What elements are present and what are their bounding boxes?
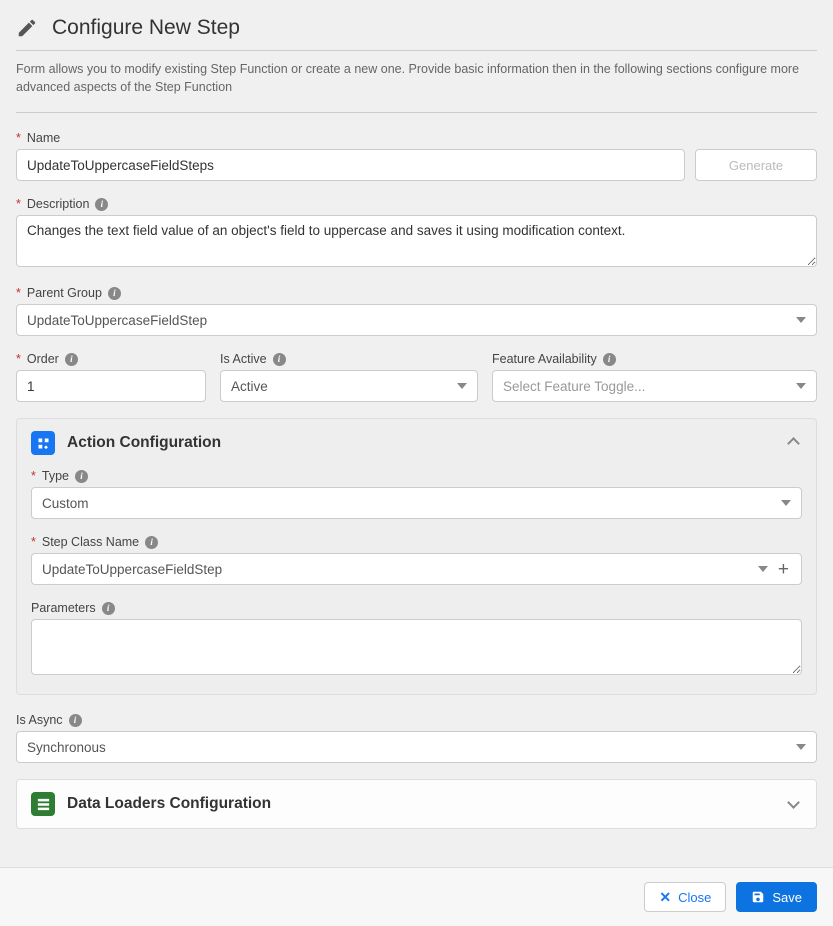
chevron-down-icon xyxy=(796,744,806,750)
page-title: Configure New Step xyxy=(52,16,240,40)
action-configuration-title: Action Configuration xyxy=(67,434,777,452)
info-icon[interactable]: i xyxy=(65,353,78,366)
info-icon[interactable]: i xyxy=(108,287,121,300)
add-step-class-button[interactable]: + xyxy=(776,560,791,579)
is-async-select[interactable]: Synchronous xyxy=(16,731,817,763)
type-select[interactable]: Custom xyxy=(31,487,802,519)
name-input[interactable] xyxy=(16,149,685,181)
parent-group-select[interactable]: UpdateToUppercaseFieldStep xyxy=(16,304,817,336)
chevron-down-icon xyxy=(787,796,800,809)
page-intro: Form allows you to modify existing Step … xyxy=(16,57,817,113)
footer-bar: ✕ Close Save xyxy=(0,868,833,926)
data-loaders-configuration-toggle[interactable]: Data Loaders Configuration xyxy=(17,780,816,828)
step-class-name-select[interactable]: UpdateToUppercaseFieldStep + xyxy=(31,553,802,585)
parameters-label: Parameters i xyxy=(31,601,802,615)
pencil-icon xyxy=(16,17,38,39)
chevron-down-icon xyxy=(796,317,806,323)
close-icon: ✕ xyxy=(659,889,671,906)
info-icon[interactable]: i xyxy=(75,470,88,483)
generate-button[interactable]: Generate xyxy=(695,149,817,181)
page-header: Configure New Step xyxy=(16,16,817,51)
info-icon[interactable]: i xyxy=(145,536,158,549)
action-config-icon xyxy=(31,431,55,455)
is-active-select[interactable]: Active xyxy=(220,370,478,402)
step-class-name-label: *Step Class Name i xyxy=(31,535,802,549)
description-label: *Description i xyxy=(16,197,817,211)
chevron-down-icon xyxy=(781,500,791,506)
order-input[interactable] xyxy=(16,370,206,402)
save-icon xyxy=(751,890,765,904)
chevron-up-icon xyxy=(787,437,800,450)
action-configuration-toggle[interactable]: Action Configuration xyxy=(17,419,816,467)
form-body: *Name Generate *Description i Changes th… xyxy=(16,131,817,861)
data-loaders-configuration-title: Data Loaders Configuration xyxy=(67,795,777,813)
action-configuration-panel: Action Configuration *Type i Custom xyxy=(16,418,817,695)
is-async-label: Is Async i xyxy=(16,713,817,727)
data-loaders-configuration-panel: Data Loaders Configuration xyxy=(16,779,817,829)
description-input[interactable]: Changes the text field value of an objec… xyxy=(16,215,817,267)
parent-group-label: *Parent Group i xyxy=(16,286,817,300)
feature-availability-select[interactable]: Select Feature Toggle... xyxy=(492,370,817,402)
save-button[interactable]: Save xyxy=(736,882,817,912)
info-icon[interactable]: i xyxy=(603,353,616,366)
order-label: *Order i xyxy=(16,352,206,366)
feature-availability-label: Feature Availability i xyxy=(492,352,817,366)
type-label: *Type i xyxy=(31,469,802,483)
chevron-down-icon xyxy=(758,566,768,572)
is-active-label: Is Active i xyxy=(220,352,478,366)
chevron-down-icon xyxy=(796,383,806,389)
close-button[interactable]: ✕ Close xyxy=(644,882,726,912)
parameters-input[interactable] xyxy=(31,619,802,675)
info-icon[interactable]: i xyxy=(95,198,108,211)
name-label: *Name xyxy=(16,131,817,145)
info-icon[interactable]: i xyxy=(69,714,82,727)
data-loaders-icon xyxy=(31,792,55,816)
chevron-down-icon xyxy=(457,383,467,389)
info-icon[interactable]: i xyxy=(273,353,286,366)
info-icon[interactable]: i xyxy=(102,602,115,615)
